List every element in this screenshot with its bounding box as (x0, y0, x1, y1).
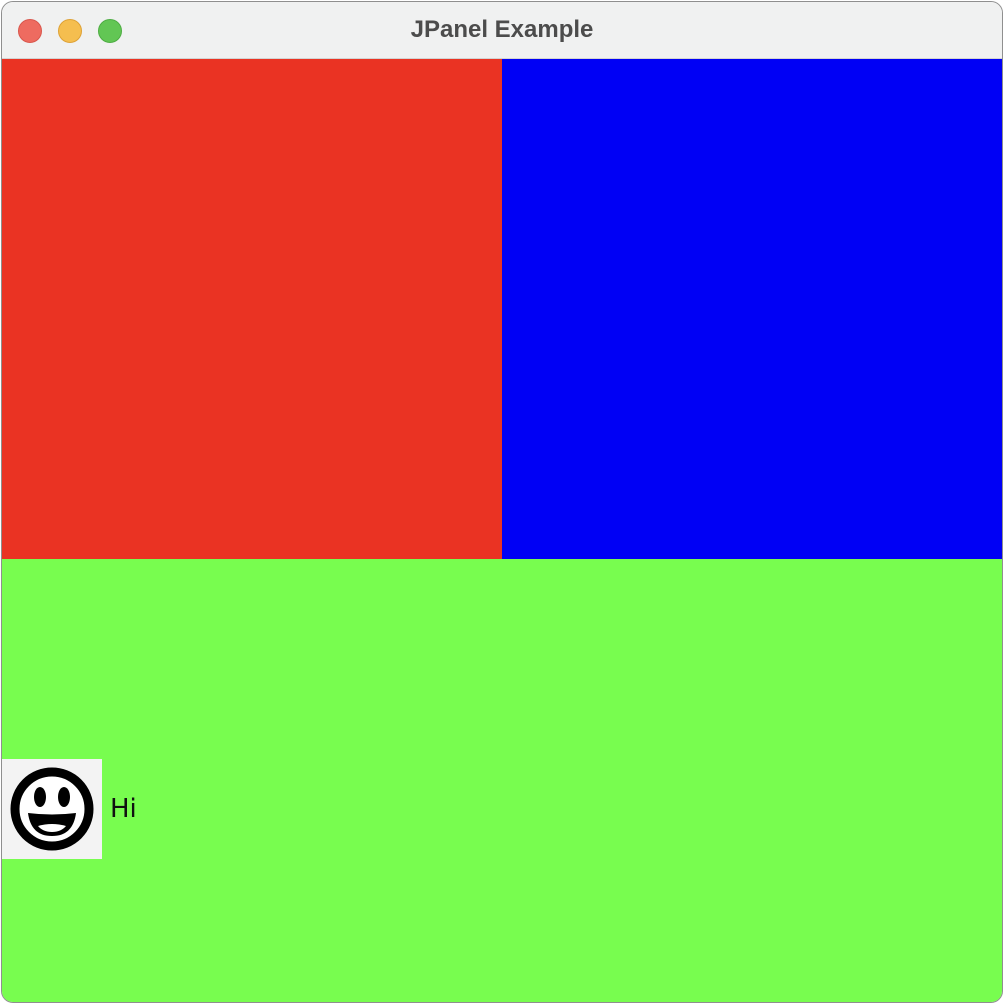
content-pane: Hi (2, 59, 1002, 1002)
red-panel (2, 59, 502, 559)
hi-label: Hi (2, 759, 137, 859)
window-title: JPanel Example (410, 16, 594, 43)
blue-panel (502, 59, 1002, 559)
application-window: JPanel Example Hi (1, 1, 1003, 1003)
green-panel: Hi (2, 559, 1002, 1002)
smiley-face-icon (2, 759, 102, 859)
title-bar[interactable]: JPanel Example (2, 2, 1002, 59)
label-text: Hi (110, 794, 137, 824)
